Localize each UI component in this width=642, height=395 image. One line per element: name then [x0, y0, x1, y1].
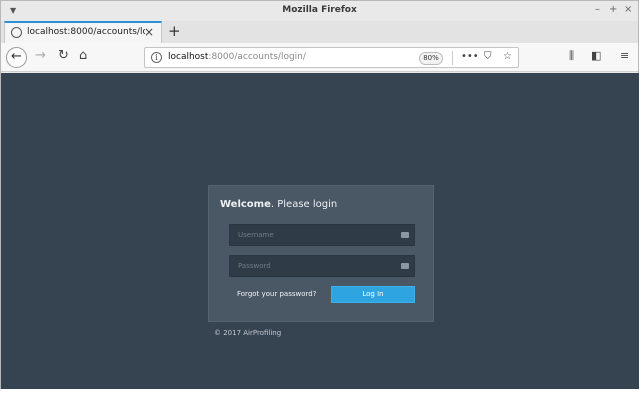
url-text[interactable]: localhost:8000/accounts/login/	[168, 52, 306, 62]
library-icon[interactable]: ⫼	[569, 49, 574, 63]
new-tab-button[interactable]: +	[168, 22, 181, 40]
title-bar: ▼ Mozilla Firefox – + ×	[1, 1, 638, 21]
username-placeholder: Username	[238, 231, 274, 239]
page-favicon-icon	[11, 27, 22, 38]
tab-title: localhost:8000/accounts/login/	[27, 27, 145, 37]
zoom-indicator[interactable]: 80%	[419, 52, 443, 65]
tab-close-icon[interactable]: ×	[144, 25, 154, 39]
password-placeholder: Password	[238, 262, 271, 270]
page-content: Welcome. Please login Username Password …	[1, 73, 639, 389]
url-path: :8000/accounts/login/	[208, 52, 306, 62]
close-window-button[interactable]: ×	[624, 4, 632, 15]
minimize-button[interactable]: –	[595, 4, 600, 15]
tab-active[interactable]: localhost:8000/accounts/login/ ×	[4, 21, 162, 43]
sidebar-icon[interactable]: ◧	[591, 49, 601, 62]
welcome-text: Welcome	[220, 199, 271, 210]
info-icon[interactable]: i	[151, 52, 162, 63]
login-card: Welcome. Please login Username Password …	[208, 185, 434, 322]
forward-button[interactable]: →	[35, 48, 46, 63]
back-button[interactable]: ←	[6, 47, 27, 68]
urlbar-divider	[452, 51, 453, 65]
menu-icon[interactable]: ≡	[620, 49, 629, 62]
bookmark-star-icon[interactable]: ☆	[503, 51, 512, 62]
login-button[interactable]: Log In	[331, 286, 415, 303]
copyright-text: © 2017 AirProfiling	[214, 329, 282, 337]
page-actions-icon[interactable]: •••	[461, 51, 479, 62]
username-field[interactable]: Username	[229, 224, 415, 246]
maximize-button[interactable]: +	[609, 4, 617, 15]
browser-window: ▼ Mozilla Firefox – + × localhost:8000/a…	[0, 0, 639, 389]
reload-button[interactable]: ↻	[58, 48, 69, 63]
pocket-icon[interactable]: ⛉	[484, 51, 492, 62]
url-host: localhost	[168, 52, 209, 62]
username-field-icon	[401, 232, 409, 238]
please-login-text: . Please login	[270, 199, 338, 210]
navigation-bar: ← → ↻ ⌂ i localhost:8000/accounts/login/…	[1, 43, 638, 72]
password-field-icon	[401, 263, 409, 269]
home-icon[interactable]: ⌂	[79, 48, 87, 63]
password-field[interactable]: Password	[229, 255, 415, 277]
forgot-password-link[interactable]: Forgot your password?	[237, 290, 316, 298]
tab-strip: localhost:8000/accounts/login/ × +	[1, 21, 638, 43]
address-bar[interactable]: i localhost:8000/accounts/login/ 80% •••…	[144, 47, 519, 68]
window-title: Mozilla Firefox	[282, 5, 357, 15]
login-heading: Welcome. Please login	[220, 199, 337, 210]
